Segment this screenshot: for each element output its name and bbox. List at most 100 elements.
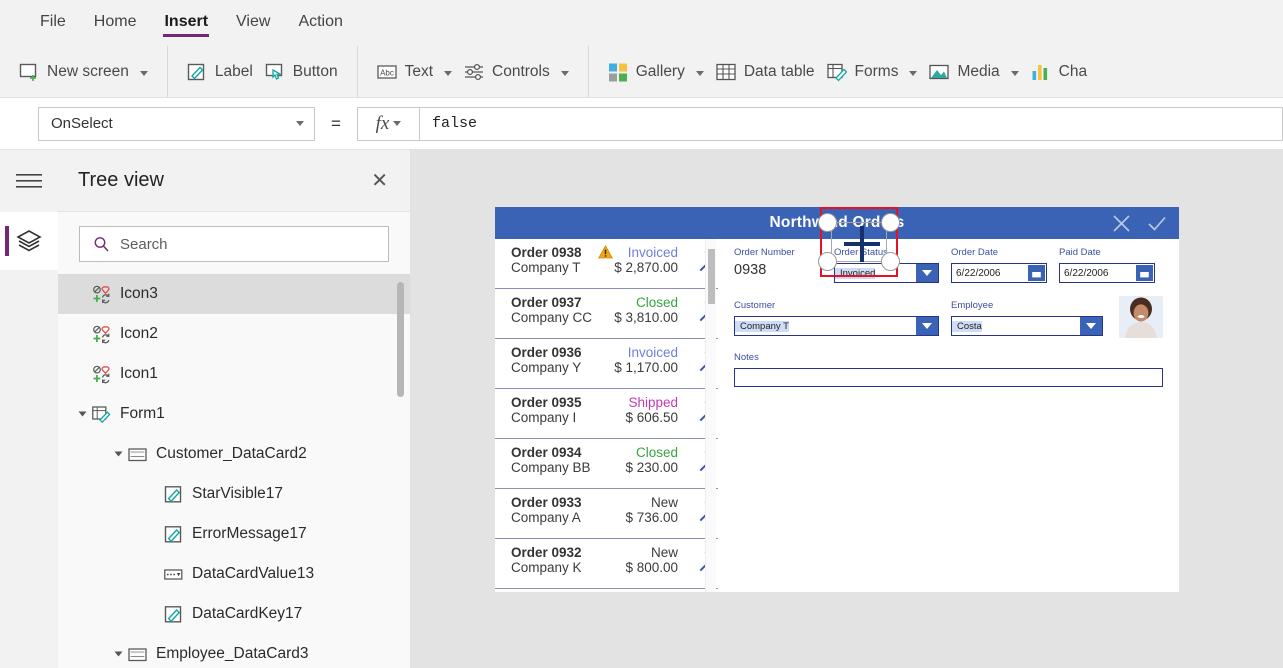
chevron-down-icon (444, 70, 453, 76)
ribbon-button-new-screen[interactable]: New screen (13, 57, 154, 87)
gallery-order-number: Order 0938 (511, 245, 582, 260)
menu-item-action[interactable]: Action (284, 0, 356, 40)
paid-date-value: 6/22/2006 (1064, 267, 1109, 279)
gallery-row[interactable]: Order 0935 Shipped Company I $ 606.50 (495, 389, 718, 439)
tree-item-form1[interactable]: Form1 (58, 394, 410, 434)
tree-item-starvisible17[interactable]: StarVisible17 (58, 474, 410, 514)
dropdown-chevron-icon[interactable] (916, 317, 938, 335)
avatar-photo (1119, 296, 1163, 338)
tree-item-datacardkey17[interactable]: DataCardKey17 (58, 594, 410, 634)
gallery-scroll-thumb[interactable] (708, 249, 715, 304)
employee-avatar (1119, 296, 1163, 338)
paid-date-field: Paid Date 6/22/2006 (1059, 247, 1155, 283)
menu-item-home[interactable]: Home (80, 0, 151, 40)
tree-item-label: Icon3 (120, 285, 158, 302)
gallery-row[interactable]: Order 0936 Invoiced Company Y $ 1,170.00 (495, 339, 718, 389)
property-select[interactable]: OnSelect (38, 106, 315, 141)
calendar-icon[interactable] (1136, 265, 1153, 281)
search-placeholder: Search (120, 235, 168, 253)
ribbon-button-media[interactable]: Media (923, 57, 1024, 87)
order-date-input[interactable]: 6/22/2006 (951, 263, 1047, 283)
dropdown-chevron-icon[interactable] (1080, 317, 1102, 335)
tree-item-icon3[interactable]: Icon3 (58, 274, 410, 314)
app-canvas: Northwind Orders Order 0938 Invoiced Compa… (411, 150, 1283, 668)
gallery-row[interactable]: Order 0938 Invoiced Company T $ 2,870.00 (495, 239, 718, 289)
menu-item-insert[interactable]: Insert (150, 0, 222, 40)
tree-view-scrollbar[interactable] (397, 282, 404, 397)
order-date-value: 6/22/2006 (956, 267, 1001, 279)
ribbon-button-gallery[interactable]: Gallery (602, 57, 710, 87)
ribbon-toolbar: New screen Label Button Abc Text Controls Gall… (0, 46, 1283, 98)
ribbon-button-forms[interactable]: Forms (821, 57, 924, 87)
ribbon-button-label: Label (214, 62, 253, 80)
tree-item-customer_datacard2[interactable]: Customer_DataCard2 (58, 434, 410, 474)
datacard-icon (128, 647, 147, 661)
expand-arrow-icon[interactable] (114, 651, 123, 657)
orders-gallery: Order 0938 Invoiced Company T $ 2,870.00 Ord… (495, 239, 718, 592)
checkmark-icon[interactable] (1147, 214, 1167, 233)
tree-item-icon2[interactable]: Icon2 (58, 314, 410, 354)
chevron-down-icon (139, 70, 148, 76)
customer-dropdown[interactable]: Company T (734, 316, 939, 336)
media-icon (929, 64, 950, 79)
app-title: Northwind Orders (769, 214, 905, 231)
close-icon[interactable] (1112, 214, 1131, 233)
label-control-icon (164, 525, 182, 542)
paid-date-input[interactable]: 6/22/2006 (1059, 263, 1155, 283)
label-control-icon (164, 605, 182, 622)
fx-button[interactable]: fx (356, 106, 419, 141)
notes-input[interactable] (734, 368, 1163, 387)
gallery-company: Company T (511, 260, 581, 275)
expand-arrow-icon[interactable] (78, 411, 87, 417)
ribbon-button-controls[interactable]: Controls (458, 57, 575, 87)
order-date-field: Order Date 6/22/2006 (951, 247, 1047, 283)
tree-item-label: Icon1 (120, 365, 158, 382)
ribbon-button-data-table[interactable]: Data table (710, 57, 821, 87)
calendar-icon[interactable] (1028, 265, 1045, 281)
tree-item-icon1[interactable]: Icon1 (58, 354, 410, 394)
gallery-icon (608, 63, 627, 81)
search-input[interactable]: Search (79, 226, 389, 262)
ribbon-button-text[interactable]: Abc Text (371, 57, 458, 87)
gallery-row[interactable]: Order 0932 New Company K $ 800.00 (495, 539, 718, 589)
tree-view-rail-tab[interactable] (0, 212, 58, 270)
close-icon[interactable]: ✕ (371, 171, 388, 191)
gallery-row[interactable]: Order 0933 New Company A $ 736.00 (495, 489, 718, 539)
tree-item-label: DataCardKey17 (192, 605, 303, 622)
gallery-row[interactable]: Order 0937 Closed Company CC $ 3,810.00 (495, 289, 718, 339)
formula-bar: OnSelect = fx false (0, 98, 1283, 150)
fx-label: fx (375, 112, 390, 134)
menu-item-file[interactable]: File (26, 0, 80, 40)
notes-label: Notes (734, 352, 759, 363)
order-status-dropdown[interactable]: Invoiced (834, 263, 939, 283)
ribbon-button-button[interactable]: Button (259, 57, 344, 87)
dropdown-chevron-icon[interactable] (916, 264, 938, 282)
expand-arrow-icon[interactable] (114, 451, 123, 457)
menu-item-view[interactable]: View (222, 0, 284, 40)
tree-item-datacardvalue13[interactable]: DataCardValue13 (58, 554, 410, 594)
gallery-company: Company K (511, 560, 582, 575)
chevron-down-icon (296, 121, 304, 126)
formula-input[interactable]: false (418, 106, 1283, 141)
gallery-row[interactable]: Order 0934 Closed Company BB $ 230.00 (495, 439, 718, 489)
employee-dropdown[interactable]: Costa (951, 316, 1103, 336)
employee-label: Employee (951, 300, 994, 311)
tree-item-employee_datacard3[interactable]: Employee_DataCard3 (58, 634, 410, 668)
order-number-field: Order Number 0938 (734, 247, 822, 283)
hamburger-menu-icon[interactable] (0, 150, 58, 212)
ribbon-button-label: Data table (743, 62, 815, 80)
hamburger-icon-glyph (16, 174, 42, 188)
search-container: Search (58, 212, 410, 274)
gallery-amount: $ 3,810.00 (614, 310, 678, 325)
controls-icon (465, 63, 484, 80)
gallery-order-number: Order 0937 (511, 295, 582, 310)
tree-item-errormessage17[interactable]: ErrorMessage17 (58, 514, 410, 554)
ribbon-button-cha[interactable]: Cha (1025, 57, 1093, 87)
gallery-amount: $ 800.00 (625, 560, 678, 575)
tree-item-label: Employee_DataCard3 (156, 645, 309, 662)
gallery-company: Company A (511, 510, 581, 525)
ribbon-button-label[interactable]: Label (181, 57, 259, 87)
gallery-scrollbar[interactable] (705, 239, 716, 592)
tree-item-label: Customer_DataCard2 (156, 445, 307, 462)
icon-control-icon (93, 365, 110, 383)
